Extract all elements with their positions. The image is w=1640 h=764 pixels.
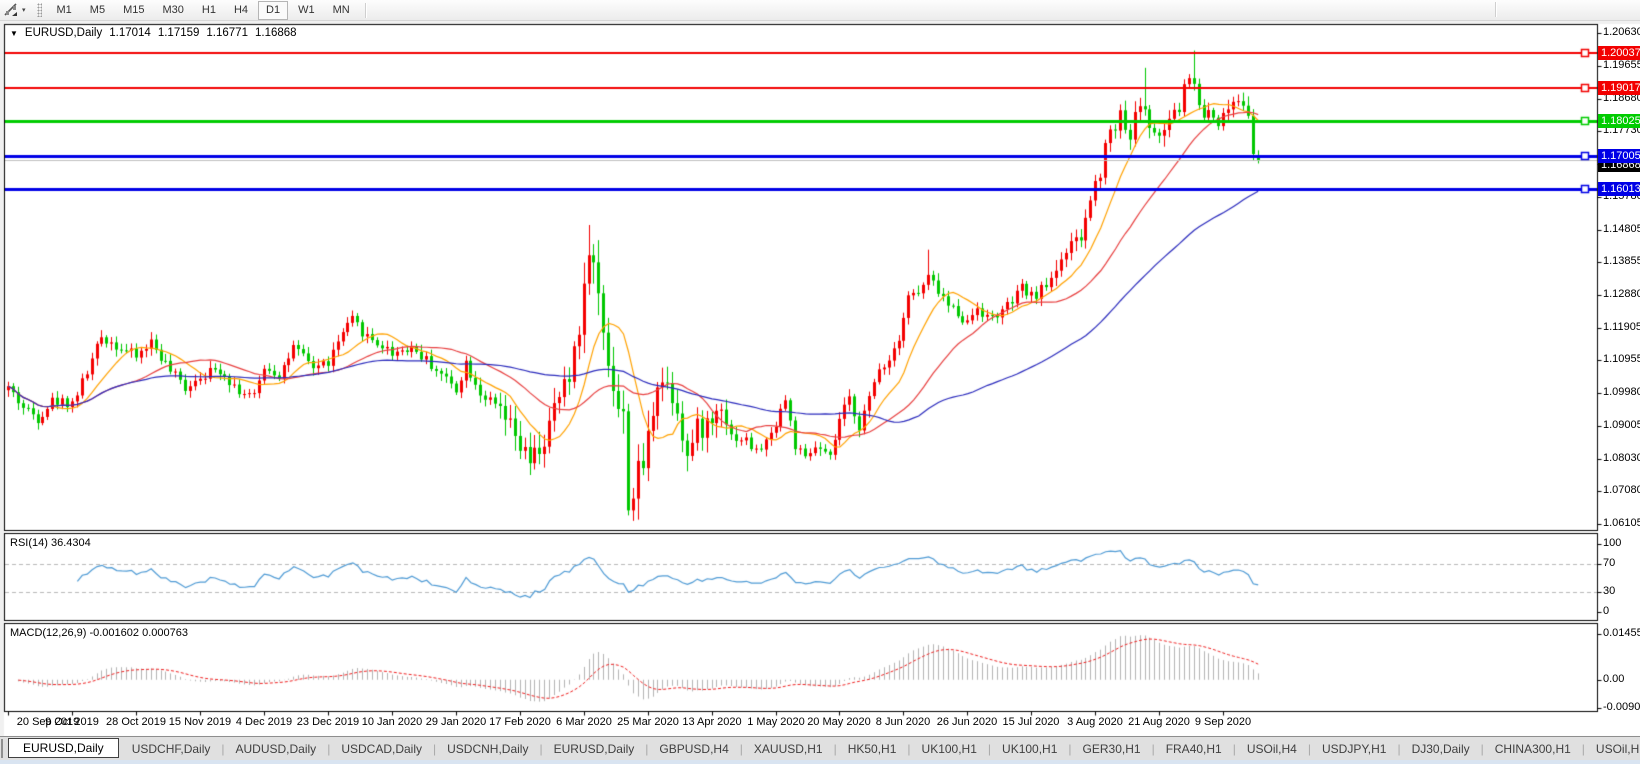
chart-tab-eurusd-daily[interactable]: EURUSD,Daily bbox=[543, 740, 646, 758]
mt4-trading-window: ▾ M1 M5 M15 M30 H1 H4 D1 W1 MN ▼ EURUSD,Daily 1.… bbox=[0, 0, 1640, 764]
toolbar-grip[interactable] bbox=[36, 3, 42, 17]
timeframe-button-d1[interactable]: D1 bbox=[258, 0, 289, 20]
chart-tab-china300-h1[interactable]: CHINA300,H1 bbox=[1484, 740, 1582, 758]
chart-tab-usdcnh-daily[interactable]: USDCNH,Daily bbox=[436, 740, 539, 758]
chart-tab-dj30-daily[interactable]: DJ30,Daily bbox=[1401, 740, 1481, 758]
chart-tab-fra40-h1[interactable]: FRA40,H1 bbox=[1155, 740, 1233, 758]
timeframe-button-group: M1 M5 M15 M30 H1 H4 D1 W1 MN bbox=[48, 0, 359, 20]
timeframe-button-w1[interactable]: W1 bbox=[290, 1, 323, 20]
chart-cursor-tool-button[interactable]: ▾ bbox=[0, 1, 29, 19]
chart-tab-usdcad-daily[interactable]: USDCAD,Daily bbox=[330, 740, 433, 758]
timeframe-button-m30[interactable]: M30 bbox=[154, 1, 191, 20]
toolbar-separator bbox=[364, 2, 366, 18]
chart-tab-usoil-h4[interactable]: USOil,H4 bbox=[1236, 740, 1308, 758]
toolbar: ▾ M1 M5 M15 M30 H1 H4 D1 W1 MN bbox=[0, 0, 1640, 21]
chart-tab-audusd-daily[interactable]: AUDUSD,Daily bbox=[225, 740, 328, 758]
one-click-collapse-icon[interactable]: ▼ bbox=[10, 29, 18, 38]
bottom-strip bbox=[0, 760, 1640, 764]
timeframe-button-m1[interactable]: M1 bbox=[49, 1, 80, 20]
chart-tab-usoil-h1[interactable]: USOil,H1 bbox=[1585, 740, 1640, 758]
timeframe-button-h1[interactable]: H1 bbox=[194, 1, 224, 20]
timeframe-button-m15[interactable]: M15 bbox=[115, 1, 152, 20]
timeframe-button-mn[interactable]: MN bbox=[325, 1, 358, 20]
timeframe-button-m5[interactable]: M5 bbox=[82, 1, 113, 20]
chart-tab-uk100-h1[interactable]: UK100,H1 bbox=[911, 740, 988, 758]
chevron-down-icon: ▾ bbox=[22, 7, 26, 14]
chart-tab-eurusd-daily[interactable]: EURUSD,Daily bbox=[8, 737, 119, 758]
price-chart-canvas[interactable] bbox=[0, 0, 1640, 764]
toolbar-separator bbox=[1495, 2, 1496, 17]
tabbar-notch bbox=[1, 739, 3, 758]
chart-tab-hk50-h1[interactable]: HK50,H1 bbox=[837, 740, 908, 758]
chart-cursor-icon bbox=[4, 3, 17, 16]
chart-tab-xauusd-h1[interactable]: XAUUSD,H1 bbox=[743, 740, 834, 758]
chart-tabs-bar: EURUSD,Daily USDCHF,Daily | AUDUSD,Daily | US… bbox=[0, 736, 1640, 760]
chart-tab-usdchf-daily[interactable]: USDCHF,Daily bbox=[121, 740, 222, 758]
chart-tab-uk100-h1[interactable]: UK100,H1 bbox=[991, 740, 1068, 758]
chart-tab-ger30-h1[interactable]: GER30,H1 bbox=[1072, 740, 1152, 758]
timeframe-button-h4[interactable]: H4 bbox=[226, 1, 256, 20]
chart-tab-gbpusd-h4[interactable]: GBPUSD,H4 bbox=[648, 740, 739, 758]
chart-tab-usdjpy-h1[interactable]: USDJPY,H1 bbox=[1311, 740, 1397, 758]
